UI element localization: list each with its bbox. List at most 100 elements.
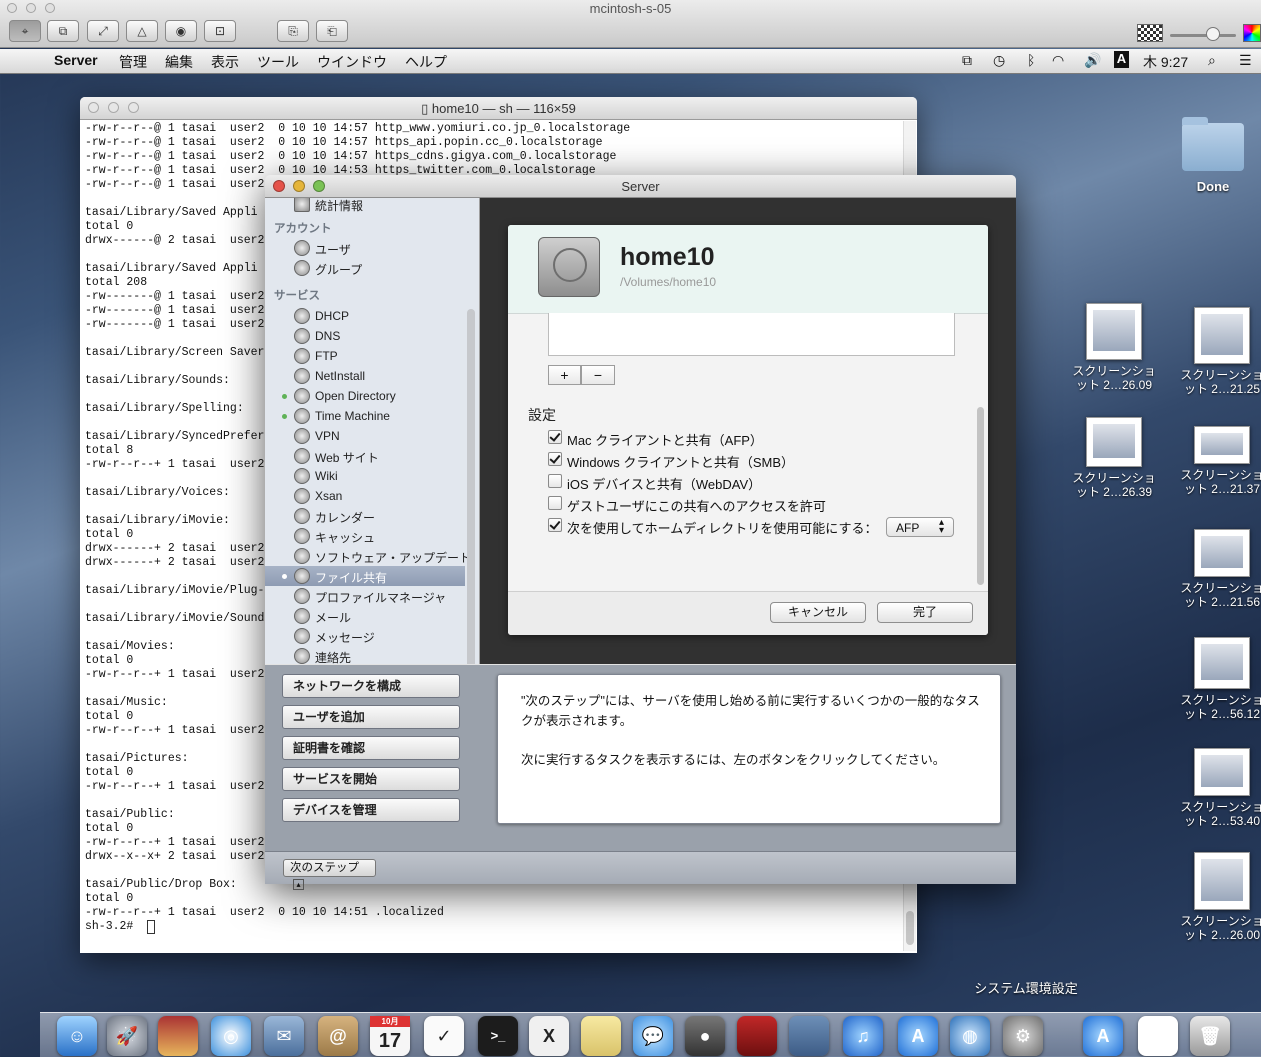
- observe-mode-icon[interactable]: ⧉: [47, 20, 79, 42]
- protocol-select[interactable]: AFP ▴ ▾: [886, 517, 954, 537]
- launchpad-icon[interactable]: 🚀: [107, 1016, 147, 1056]
- server-titlebar[interactable]: Server: [265, 175, 1016, 198]
- option-checkbox[interactable]: [548, 452, 562, 466]
- sidebar-item-service[interactable]: DHCP: [265, 306, 465, 326]
- sidebar-scroll-thumb[interactable]: [467, 309, 475, 664]
- remove-button[interactable]: −: [581, 365, 615, 385]
- preview-icon[interactable]: [1138, 1016, 1178, 1056]
- notification-center-icon[interactable]: ☰: [1239, 52, 1252, 69]
- screenshot-file[interactable]: スクリーンショ ット 2…56.12: [1177, 637, 1261, 721]
- screenshot-file[interactable]: スクリーンショ ット 2…26.39: [1069, 417, 1159, 499]
- screenshot-file[interactable]: スクリーンショ ット 2…53.40: [1177, 748, 1261, 828]
- sidebar-item-service[interactable]: VPN: [265, 426, 465, 446]
- iphoto-icon[interactable]: [789, 1016, 829, 1056]
- server-globe-icon[interactable]: ◍: [950, 1016, 990, 1056]
- sidebar-item-service[interactable]: カレンダー: [265, 506, 465, 526]
- option-checkbox[interactable]: [548, 496, 562, 510]
- quality-slider-knob[interactable]: [1206, 27, 1220, 41]
- menu-edit[interactable]: 編集: [165, 52, 193, 72]
- done-folder[interactable]: Done: [1178, 117, 1248, 194]
- input-mode-icon[interactable]: A: [1114, 51, 1129, 68]
- sidebar-item-service[interactable]: Wiki: [265, 466, 465, 486]
- configure-network-button[interactable]: ネットワークを構成: [282, 674, 460, 698]
- sidebar-item-service[interactable]: メール: [265, 606, 465, 626]
- app-store-2-icon[interactable]: A: [1083, 1016, 1123, 1056]
- terminal-titlebar[interactable]: ▯ home10 — sh — 116×59: [80, 97, 917, 120]
- sidebar-item-service[interactable]: FTP: [265, 346, 465, 366]
- sidebar-item-service[interactable]: プロファイルマネージャ: [265, 586, 465, 606]
- menu-window[interactable]: ウインドウ: [317, 52, 387, 72]
- menu-view[interactable]: 表示: [211, 52, 239, 72]
- sidebar-item-service[interactable]: Web サイト: [265, 446, 465, 466]
- fit-screen-icon[interactable]: ⤢: [87, 20, 119, 42]
- server-window[interactable]: Server 統計情報 アカウント ユーザ グループ サービス DHCP DNS F…: [265, 175, 1016, 890]
- review-certificates-button[interactable]: 証明書を確認: [282, 736, 460, 760]
- sheet-scrollbar[interactable]: [977, 407, 984, 585]
- contacts-icon[interactable]: @: [318, 1016, 358, 1056]
- screenshot-file[interactable]: スクリーンショ ット 2…21.37: [1177, 426, 1261, 496]
- messages-icon[interactable]: 💬: [633, 1016, 673, 1056]
- screenshot-file[interactable]: スクリーンショ ット 2…26.09: [1069, 303, 1159, 392]
- sidebar-item-users[interactable]: ユーザ: [265, 238, 465, 258]
- itunes-icon[interactable]: ♫: [843, 1016, 883, 1056]
- system-preferences-icon[interactable]: ⚙: [1003, 1016, 1043, 1056]
- finder-icon[interactable]: ☺: [57, 1016, 97, 1056]
- terminal-scroll-thumb[interactable]: [906, 911, 914, 945]
- sidebar-item-service[interactable]: Open Directory: [265, 386, 465, 406]
- bluetooth-icon[interactable]: ᛒ: [1027, 52, 1035, 68]
- option-checkbox[interactable]: [548, 474, 562, 488]
- access-list[interactable]: [548, 313, 955, 356]
- time-machine-icon[interactable]: ◷: [993, 52, 1005, 69]
- wifi-icon[interactable]: ◠: [1052, 52, 1064, 69]
- sidebar-item-service[interactable]: NetInstall: [265, 366, 465, 386]
- add-users-button[interactable]: ユーザを追加: [282, 705, 460, 729]
- add-button[interactable]: +: [548, 365, 581, 385]
- done-button[interactable]: 完了: [877, 602, 973, 623]
- calendar-icon[interactable]: 10月 17: [370, 1016, 410, 1056]
- sidebar-item-service[interactable]: メッセージ: [265, 626, 465, 646]
- menu-help[interactable]: ヘルプ: [405, 52, 447, 72]
- clipboard-get-icon[interactable]: ⎘: [277, 20, 309, 42]
- sidebar-item-service[interactable]: キャッシュ: [265, 526, 465, 546]
- menu-server[interactable]: Server: [54, 52, 98, 68]
- spotlight-search-icon[interactable]: ⌕: [1208, 52, 1216, 69]
- screenshot-file[interactable]: スクリーンショ ット 2…21.25: [1177, 307, 1261, 396]
- volume-icon[interactable]: 🔊: [1084, 52, 1101, 69]
- cancel-button[interactable]: キャンセル: [770, 602, 866, 623]
- sidebar-item-service[interactable]: DNS: [265, 326, 465, 346]
- option-checkbox[interactable]: [548, 430, 562, 444]
- sidebar-item-service[interactable]: ファイル共有: [265, 566, 465, 586]
- sidebar-item-service[interactable]: 連絡先: [265, 646, 465, 664]
- app-store-icon[interactable]: A: [898, 1016, 938, 1056]
- manage-devices-button[interactable]: デバイスを管理: [282, 798, 460, 822]
- screenshot-camera-icon[interactable]: ◉: [165, 20, 197, 42]
- x11-icon[interactable]: X: [529, 1016, 569, 1056]
- safari-icon[interactable]: ◎: [211, 1016, 251, 1056]
- control-mode-icon[interactable]: ⌖: [9, 20, 41, 42]
- full-screen-icon[interactable]: ⊡: [204, 20, 236, 42]
- sidebar-item-service[interactable]: ソフトウェア・アップデート: [265, 546, 471, 566]
- mail-icon[interactable]: ✉: [264, 1016, 304, 1056]
- trash-icon[interactable]: 🗑: [1190, 1016, 1230, 1056]
- menu-manage[interactable]: 管理: [119, 52, 147, 72]
- option-checkbox[interactable]: [548, 518, 562, 532]
- facetime-icon[interactable]: ●: [685, 1016, 725, 1056]
- sidebar-item-stats[interactable]: 統計情報: [265, 198, 465, 214]
- sidebar-item-service[interactable]: Time Machine: [265, 406, 465, 426]
- screenshot-file[interactable]: スクリーンショ ット 2…26.00: [1177, 852, 1261, 942]
- photo-booth-icon[interactable]: [158, 1016, 198, 1056]
- capture-icon[interactable]: △: [126, 20, 158, 42]
- mirroring-icon[interactable]: ⧉: [962, 52, 972, 69]
- menu-tools[interactable]: ツール: [257, 52, 299, 72]
- photo-booth-red-icon[interactable]: [737, 1016, 777, 1056]
- screenshot-file[interactable]: スクリーンショ ット 2…21.56: [1177, 529, 1261, 609]
- menu-clock[interactable]: 木 9:27: [1143, 52, 1188, 72]
- start-services-button[interactable]: サービスを開始: [282, 767, 460, 791]
- quality-slider[interactable]: [1170, 34, 1236, 37]
- clipboard-send-icon[interactable]: ⎗: [316, 20, 348, 42]
- terminal-icon[interactable]: >_: [478, 1016, 518, 1056]
- sidebar-item-service[interactable]: Xsan: [265, 486, 465, 506]
- sidebar-item-groups[interactable]: グループ: [265, 258, 465, 278]
- notes-icon[interactable]: [581, 1016, 621, 1056]
- reminders-icon[interactable]: ✓: [424, 1016, 464, 1056]
